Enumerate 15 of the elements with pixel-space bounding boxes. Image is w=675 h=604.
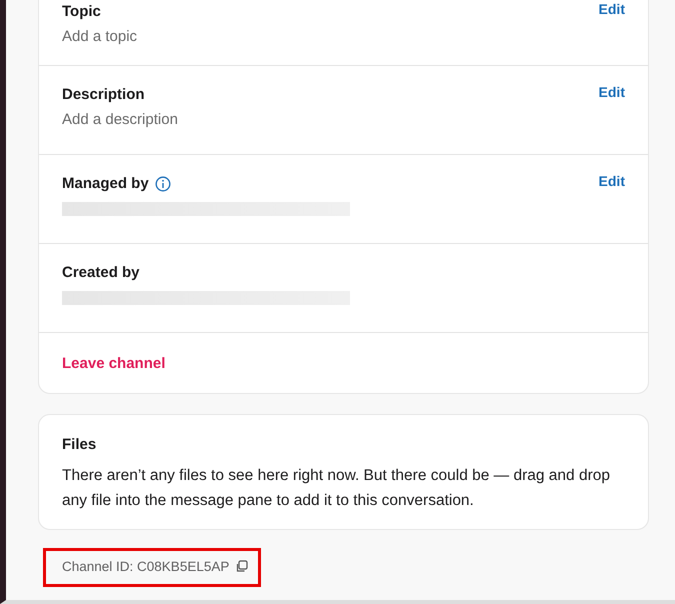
field-title: Description bbox=[62, 86, 145, 103]
field-title: Managed by bbox=[62, 175, 149, 192]
field-value: Add a description bbox=[62, 111, 178, 128]
field-title: Topic bbox=[62, 3, 101, 20]
files-message: There aren’t any files to see here right now. But there could be — drag and drop any file into the message pane to add it to this conversation. bbox=[62, 466, 611, 511]
edit-link[interactable]: Edit bbox=[598, 84, 625, 100]
info-icon[interactable] bbox=[154, 176, 171, 192]
edit-link[interactable]: Edit bbox=[598, 173, 625, 189]
copy-icon[interactable] bbox=[235, 560, 248, 573]
files-title: Files bbox=[62, 436, 98, 453]
leave-channel-link[interactable]: Leave channel bbox=[62, 355, 166, 375]
edit-link[interactable]: Edit bbox=[598, 1, 625, 17]
field-value: Add a topic bbox=[62, 28, 138, 45]
field-title: Created by bbox=[62, 264, 140, 281]
channel-id: Channel ID: C08KB5EL5AP bbox=[62, 559, 230, 574]
